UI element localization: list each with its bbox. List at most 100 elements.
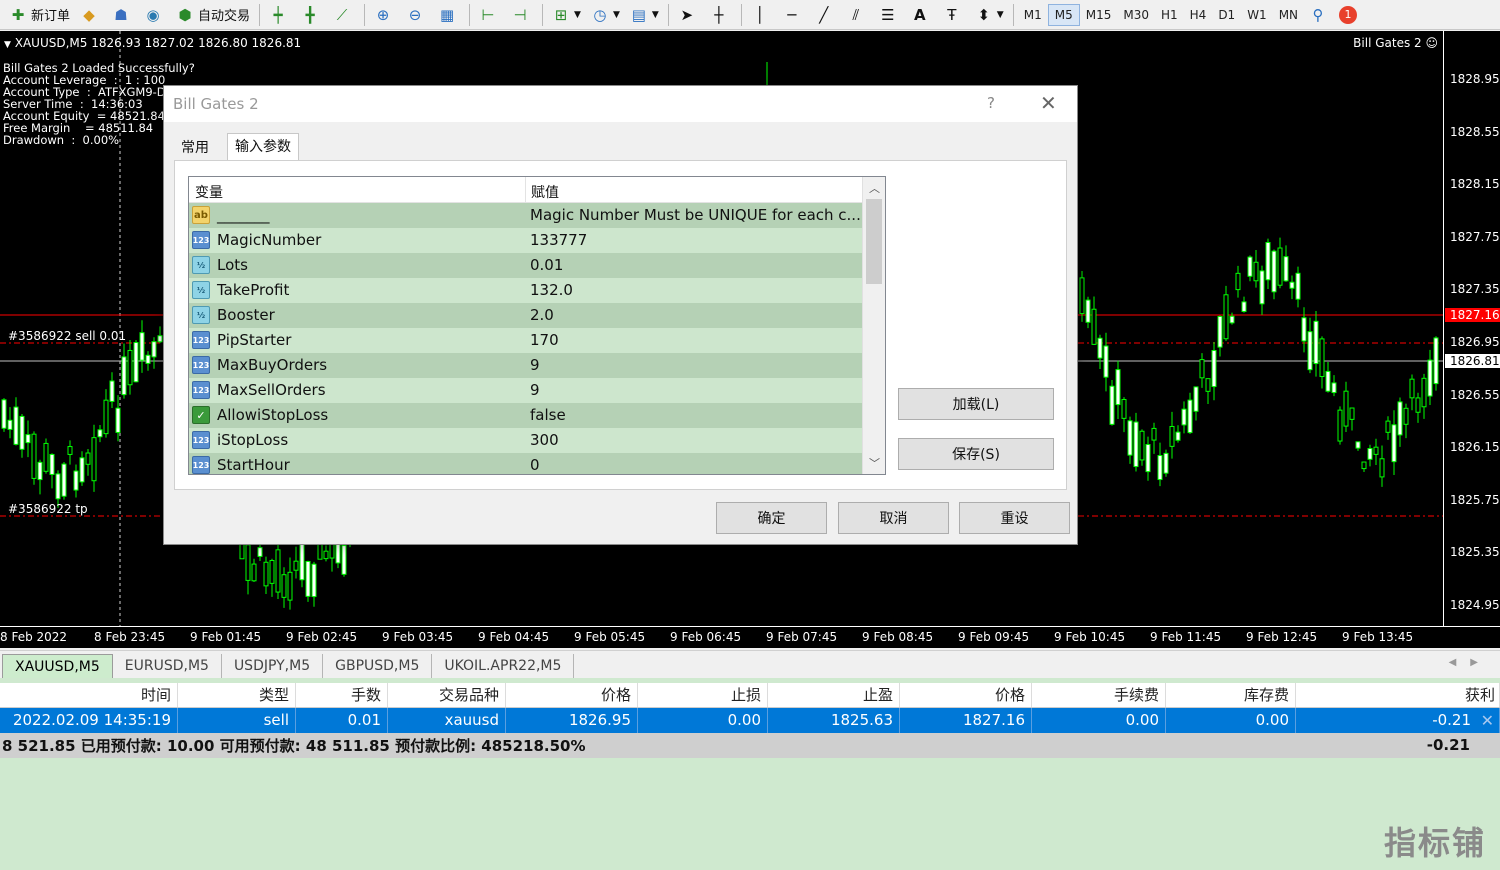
column-header[interactable]: 手续费 xyxy=(1032,683,1166,707)
templates-button[interactable]: ▤ ▼ xyxy=(625,3,662,27)
load-button[interactable]: 加载(L) xyxy=(898,388,1054,420)
save-button[interactable]: 保存(S) xyxy=(898,438,1054,470)
param-row[interactable]: 123 iStopLoss 300 xyxy=(189,428,862,453)
scroll-down-icon[interactable]: ﹀ xyxy=(869,455,880,471)
tile-windows-button[interactable]: ▦ xyxy=(433,3,463,27)
grid-scrollbar[interactable]: ︿ ﹀ xyxy=(862,177,885,474)
column-header[interactable]: 价格 xyxy=(900,683,1032,707)
column-header[interactable]: 交易品种 xyxy=(388,683,506,707)
timeframe-m5-button[interactable]: M5 xyxy=(1047,3,1080,26)
auto-trading-button[interactable]: ⬢ 自动交易 xyxy=(171,3,253,27)
param-row[interactable]: 123 MaxBuyOrders 9 xyxy=(189,353,862,378)
time-axis[interactable]: 8 Feb 2022 8 Feb 23:45 9 Feb 01:45 9 Feb 02… xyxy=(0,626,1500,648)
param-row[interactable]: ½ Booster 2.0 xyxy=(189,303,862,328)
param-row[interactable]: 123 MagicNumber 133777 xyxy=(189,228,862,253)
text-button[interactable]: A xyxy=(906,3,936,27)
close-icon[interactable]: ✕ xyxy=(1040,91,1057,115)
timeframe-mn-button[interactable]: MN xyxy=(1273,4,1304,26)
close-order-icon[interactable]: ✕ xyxy=(1481,708,1494,733)
timeframe-h4-button[interactable]: H4 xyxy=(1184,4,1213,26)
reset-button[interactable]: 重设 xyxy=(959,502,1070,534)
column-header[interactable]: 类型 xyxy=(178,683,296,707)
symbol-tab-ukoil-apr22-m5[interactable]: UKOIL.APR22,M5 xyxy=(432,654,575,678)
symbol-tab-xauusd-m5[interactable]: XAUUSD,M5 xyxy=(2,654,113,678)
column-header[interactable]: 价格 xyxy=(506,683,638,707)
dialog-title-bar[interactable]: Bill Gates 2 ? ✕ xyxy=(164,86,1077,122)
param-value[interactable]: 9 xyxy=(530,356,540,374)
symbol-tab-gbpusd-m5[interactable]: GBPUSD,M5 xyxy=(323,654,433,678)
bar-chart-button[interactable]: ┿ xyxy=(264,3,294,27)
column-header[interactable]: 时间 xyxy=(0,683,178,707)
param-row[interactable]: ½ Lots 0.01 xyxy=(189,253,862,278)
param-value[interactable]: 9 xyxy=(530,381,540,399)
column-header[interactable]: 库存费 xyxy=(1166,683,1296,707)
horizontal-line-button[interactable]: ─ xyxy=(778,3,808,27)
timeframe-w1-button[interactable]: W1 xyxy=(1241,4,1273,26)
param-type-string-icon: ab xyxy=(192,206,210,224)
fibonacci-button[interactable]: ☰ xyxy=(874,3,904,27)
param-value[interactable]: 0 xyxy=(530,456,540,474)
metaeditor-button[interactable]: ◆ xyxy=(75,3,105,27)
column-header[interactable]: 获利 xyxy=(1296,683,1500,707)
ok-button[interactable]: 确定 xyxy=(716,502,827,534)
tab-inputs[interactable]: 输入参数 xyxy=(227,133,299,160)
param-value[interactable]: 170 xyxy=(530,331,559,349)
param-value[interactable]: 133777 xyxy=(530,231,587,249)
autoscroll-button[interactable]: ⊣ xyxy=(506,3,536,27)
text-label-button[interactable]: Ŧ xyxy=(938,3,968,27)
chart-menu-arrow-icon[interactable]: ▼ xyxy=(4,40,11,50)
param-row[interactable]: ab _______ Magic Number Must be UNIQUE for… xyxy=(189,203,862,228)
periods-button[interactable]: ◷ ▼ xyxy=(586,3,623,27)
arrows-button[interactable]: ⬍ ▼ xyxy=(970,3,1007,27)
column-header[interactable]: 手数 xyxy=(296,683,388,707)
param-value[interactable]: 0.01 xyxy=(530,256,563,274)
accounts-button[interactable]: ☗ xyxy=(107,3,137,27)
cancel-button[interactable]: 取消 xyxy=(838,502,949,534)
crosshair-tool-button[interactable]: ┼ xyxy=(705,3,735,27)
column-header[interactable]: 止盈 xyxy=(768,683,900,707)
table-row[interactable]: 2022.02.09 14:35:19 sell 0.01 xauusd 1826.95… xyxy=(0,708,1500,733)
order-tp-label: #3586922 tp xyxy=(8,502,88,516)
symbol-tab-eurusd-m5[interactable]: EURUSD,M5 xyxy=(113,654,222,678)
timeframe-d1-button[interactable]: D1 xyxy=(1212,4,1241,26)
column-header[interactable]: 止损 xyxy=(638,683,768,707)
vertical-line-button[interactable]: │ xyxy=(746,3,776,27)
notifications-button[interactable]: 1 xyxy=(1336,3,1360,27)
trendline-button[interactable]: ╱ xyxy=(810,3,840,27)
param-row[interactable]: 123 MaxSellOrders 9 xyxy=(189,378,862,403)
timeframe-m1-button[interactable]: M1 xyxy=(1018,4,1048,26)
param-value[interactable]: 132.0 xyxy=(530,281,573,299)
param-value[interactable]: false xyxy=(530,406,566,424)
zoom-out-button[interactable]: ⊖ xyxy=(401,3,431,27)
indicators-button[interactable]: ⊞ ▼ xyxy=(547,3,584,27)
param-value[interactable]: Magic Number Must be UNIQUE for each c..… xyxy=(530,206,861,224)
timeframe-m30-button[interactable]: M30 xyxy=(1117,4,1155,26)
zoom-in-button[interactable]: ⊕ xyxy=(369,3,399,27)
new-order-button[interactable]: ✚ 新订单 xyxy=(4,3,73,27)
param-value[interactable]: 2.0 xyxy=(530,306,554,324)
tab-common[interactable]: 常用 xyxy=(174,136,216,160)
symbol-tab-usdjpy-m5[interactable]: USDJPY,M5 xyxy=(222,654,324,678)
tab-scroll-arrows-icon[interactable]: ◀▶ xyxy=(1449,657,1492,668)
param-row[interactable]: 123 PipStarter 170 xyxy=(189,328,862,353)
param-row[interactable]: 123 StartHour 0 xyxy=(189,453,862,474)
column-divider[interactable] xyxy=(525,177,526,203)
expert-advisor-name[interactable]: Bill Gates 2 ☺ xyxy=(1353,36,1438,50)
price-axis[interactable]: 1827.16 1826.81 1828.95 1828.55 1828.15 182… xyxy=(1443,31,1500,626)
timeframe-m15-button[interactable]: M15 xyxy=(1080,4,1118,26)
toolbar-separator xyxy=(667,3,669,26)
param-row[interactable]: ½ TakeProfit 132.0 xyxy=(189,278,862,303)
timeframe-h1-button[interactable]: H1 xyxy=(1155,4,1184,26)
candle-chart-button[interactable]: ╋ xyxy=(296,3,326,27)
param-value[interactable]: 300 xyxy=(530,431,559,449)
line-chart-button[interactable]: ⟋ xyxy=(328,3,358,27)
channel-button[interactable]: ⫽ xyxy=(842,3,872,27)
help-icon[interactable]: ? xyxy=(987,94,995,112)
chart-shift-button[interactable]: ⊢ xyxy=(474,3,504,27)
scroll-up-icon[interactable]: ︿ xyxy=(869,180,880,196)
signals-button[interactable]: ◉ xyxy=(139,3,169,27)
scrollbar-thumb[interactable] xyxy=(866,199,882,284)
search-button[interactable]: ⚲ xyxy=(1304,3,1334,27)
cursor-tool-button[interactable]: ➤ xyxy=(673,3,703,27)
param-row[interactable]: ✓ AllowiStopLoss false xyxy=(189,403,862,428)
